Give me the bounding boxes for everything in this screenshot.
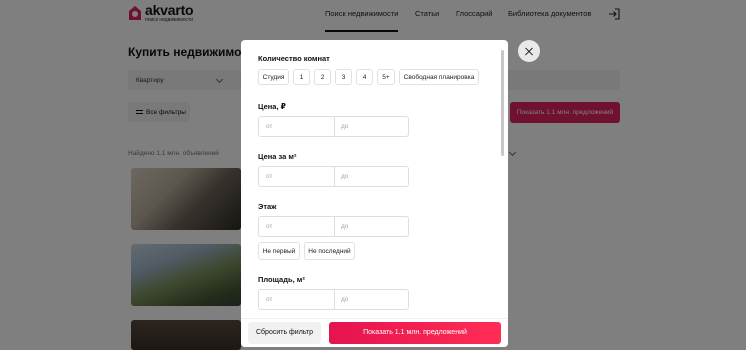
floor-not-first[interactable]: Не первый xyxy=(258,242,300,260)
floor-to-input[interactable]: до xyxy=(341,223,348,230)
floor-title: Этаж xyxy=(258,202,277,211)
rooms-option-2[interactable]: 2 xyxy=(314,69,331,85)
floor-not-last[interactable]: Не последний xyxy=(304,242,355,260)
price-from-input[interactable]: от xyxy=(266,123,272,130)
filters-modal-body: Количество комнат Студия 1 2 3 4 5+ Своб… xyxy=(241,40,508,318)
filters-modal-footer: Сбросить фильтр Показать 1.1 млн. предло… xyxy=(241,318,508,347)
modal-scrollbar[interactable] xyxy=(501,50,504,156)
area-title: Площадь, м² xyxy=(258,275,305,284)
price-per-m2-to-input[interactable]: до xyxy=(341,173,348,180)
filters-modal: Количество комнат Студия 1 2 3 4 5+ Своб… xyxy=(241,40,508,347)
price-title: Цена, ₽ xyxy=(258,102,286,111)
rooms-title: Количество комнат xyxy=(258,54,330,63)
rooms-option-5plus[interactable]: 5+ xyxy=(377,69,395,85)
rooms-option-4[interactable]: 4 xyxy=(356,69,373,85)
price-range: от до xyxy=(258,116,409,137)
rooms-option-studio[interactable]: Студия xyxy=(258,69,289,85)
area-from-input[interactable]: от xyxy=(266,296,272,303)
area-to-input[interactable]: до xyxy=(341,296,348,303)
close-icon[interactable] xyxy=(518,40,540,62)
floor-range: от до xyxy=(258,216,409,237)
rooms-option-3[interactable]: 3 xyxy=(335,69,352,85)
rooms-option-1[interactable]: 1 xyxy=(293,69,310,85)
area-range: от до xyxy=(258,289,409,310)
reset-filter-button[interactable]: Сбросить фильтр xyxy=(248,322,321,344)
price-per-m2-title: Цена за м² xyxy=(258,152,297,161)
floor-from-input[interactable]: от xyxy=(266,223,272,230)
price-per-m2-from-input[interactable]: от xyxy=(266,173,272,180)
price-per-m2-range: от до xyxy=(258,166,409,187)
price-to-input[interactable]: до xyxy=(341,123,348,130)
rooms-option-free-layout[interactable]: Свободная планировка xyxy=(399,69,479,85)
show-offers-button[interactable]: Показать 1.1 млн. предложений xyxy=(329,322,501,344)
